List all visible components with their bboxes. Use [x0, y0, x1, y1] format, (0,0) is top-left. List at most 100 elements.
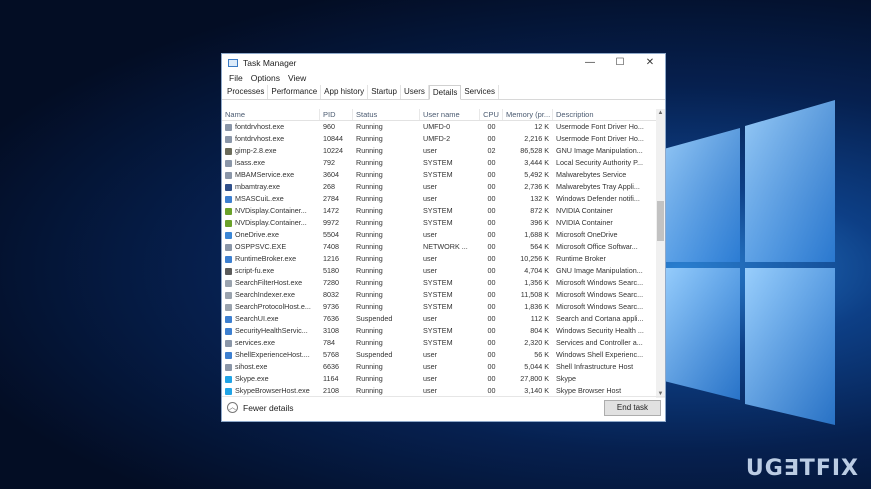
column-description[interactable]: Description — [553, 109, 658, 120]
tab-users[interactable]: Users — [401, 85, 429, 99]
process-name-label: fontdrvhost.exe — [235, 134, 285, 143]
process-user: NETWORK ... — [423, 242, 468, 251]
process-status: Running — [356, 362, 383, 371]
table-row[interactable]: script-fu.exe 5180 Running user 00 4,704 K GNU… — [222, 265, 658, 277]
table-row[interactable]: MSASCuiL.exe 2784 Running user 00 132 K Window… — [222, 193, 658, 205]
table-row[interactable]: fontdrvhost.exe 960 Running UMFD-0 00 12 K Use… — [222, 121, 658, 133]
table-row[interactable]: mbamtray.exe 268 Running user 00 2,736 K Malwa… — [222, 181, 658, 193]
task-manager-window[interactable]: Task Manager — ☐ ✕ File Options View Pro… — [221, 53, 666, 422]
process-cpu: 00 — [487, 242, 496, 251]
table-row[interactable]: SearchProtocolHost.e... 9736 Running SYSTEM… — [222, 301, 658, 313]
process-cpu: 00 — [487, 314, 496, 323]
table-row[interactable]: fontdrvhost.exe 10844 Running UMFD-2 00 2,216… — [222, 133, 658, 145]
menu-options[interactable]: Options — [247, 73, 284, 83]
table-row[interactable]: NVDisplay.Container... 1472 Running SYSTEM 0… — [222, 205, 658, 217]
process-icon — [225, 123, 232, 131]
process-status: Running — [356, 194, 383, 203]
process-memory: 872 K — [530, 206, 549, 215]
end-task-button[interactable]: End task — [604, 400, 661, 416]
tab-details[interactable]: Details — [428, 85, 462, 100]
table-row[interactable]: lsass.exe 792 Running SYSTEM 00 3,444 K Local … — [222, 157, 658, 169]
column-pid[interactable]: PID — [320, 109, 353, 120]
process-pid: 9972 — [323, 218, 339, 227]
process-name-label: Skype.exe — [235, 374, 269, 383]
process-description: Usermode Font Driver Ho... — [556, 122, 644, 131]
process-user: SYSTEM — [423, 158, 453, 167]
process-name-label: OSPPSVC.EXE — [235, 242, 287, 251]
table-row[interactable]: MBAMService.exe 3604 Running SYSTEM 00 5,492 … — [222, 169, 658, 181]
tab-app-history[interactable]: App history — [321, 85, 369, 99]
process-description: GNU Image Manipulation... — [556, 146, 643, 155]
process-pid: 9736 — [323, 302, 339, 311]
process-icon — [225, 267, 232, 275]
scrollbar-thumb[interactable] — [657, 201, 664, 241]
process-name: Skype.exe — [222, 373, 320, 385]
process-pid: 1472 — [323, 206, 339, 215]
table-row[interactable]: SecurityHealthServic... 3108 Running SYSTEM… — [222, 325, 658, 337]
column-cpu[interactable]: CPU — [480, 109, 503, 120]
process-description: Microsoft Office Softwar... — [556, 242, 638, 251]
table-row[interactable]: NVDisplay.Container... 9972 Running SYSTEM 0… — [222, 217, 658, 229]
process-status: Running — [356, 218, 383, 227]
process-icon — [225, 315, 232, 323]
close-button[interactable]: ✕ — [635, 54, 665, 71]
process-description: Local Security Authority P... — [556, 158, 643, 167]
process-status: Running — [356, 374, 383, 383]
process-user: UMFD-0 — [423, 122, 451, 131]
vertical-scrollbar[interactable]: ▲ ▼ — [656, 109, 665, 398]
maximize-button[interactable]: ☐ — [605, 54, 635, 71]
process-name: SearchIndexer.exe — [222, 289, 320, 301]
column-name[interactable]: Name — [222, 109, 320, 120]
process-pid: 792 — [323, 158, 335, 167]
process-memory: 2,320 K — [524, 338, 549, 347]
table-row[interactable]: OSPPSVC.EXE 7408 Running NETWORK ... 00 564 K… — [222, 241, 658, 253]
process-name-label: NVDisplay.Container... — [235, 206, 307, 215]
menu-view[interactable]: View — [284, 73, 310, 83]
process-status: Running — [356, 230, 383, 239]
table-row[interactable]: services.exe 784 Running SYSTEM 00 2,320 K Ser… — [222, 337, 658, 349]
process-user: user — [423, 182, 437, 191]
table-row[interactable]: SearchIndexer.exe 8032 Running SYSTEM 00 11,5… — [222, 289, 658, 301]
column-status[interactable]: Status — [353, 109, 420, 120]
column-user-name[interactable]: User name — [420, 109, 480, 120]
tab-performance[interactable]: Performance — [268, 85, 322, 99]
minimize-button[interactable]: — — [575, 54, 605, 71]
process-description: Shell Infrastructure Host — [556, 362, 634, 371]
tab-processes[interactable]: Processes — [224, 85, 269, 99]
process-name: services.exe — [222, 337, 320, 349]
process-pid: 3108 — [323, 326, 339, 335]
process-memory: 2,216 K — [524, 134, 549, 143]
process-name: MSASCuiL.exe — [222, 193, 320, 205]
process-pid: 8032 — [323, 290, 339, 299]
fewer-details-link[interactable]: ︿ Fewer details — [227, 402, 294, 413]
table-row[interactable]: RuntimeBroker.exe 1216 Running user 00 10,256… — [222, 253, 658, 265]
title-bar[interactable]: Task Manager — ☐ ✕ — [222, 54, 665, 71]
table-row[interactable]: OneDrive.exe 5504 Running user 00 1,688 K Micr… — [222, 229, 658, 241]
table-row[interactable]: sihost.exe 6636 Running user 00 5,044 K Shell … — [222, 361, 658, 373]
process-pid: 268 — [323, 182, 335, 191]
table-row[interactable]: gimp-2.8.exe 10224 Running user 02 86,528 K GN… — [222, 145, 658, 157]
tab-startup[interactable]: Startup — [368, 85, 401, 99]
process-description: NVIDIA Container — [556, 218, 613, 227]
table-row[interactable]: Skype.exe 1164 Running user 00 27,800 K Skype — [222, 373, 658, 385]
tab-services[interactable]: Services — [461, 85, 500, 99]
process-icon — [225, 171, 232, 179]
process-name-label: SecurityHealthServic... — [235, 326, 308, 335]
table-row[interactable]: SearchUI.exe 7636 Suspended user 00 112 K Sear… — [222, 313, 658, 325]
process-cpu: 00 — [487, 230, 496, 239]
process-memory: 1,356 K — [524, 278, 549, 287]
table-row[interactable]: SearchFilterHost.exe 7280 Running SYSTEM 00 1… — [222, 277, 658, 289]
scroll-up-arrow-icon[interactable]: ▲ — [656, 109, 665, 117]
column-memory[interactable]: Memory (pr... — [503, 109, 553, 120]
process-cpu: 00 — [487, 374, 496, 383]
process-name: fontdrvhost.exe — [222, 133, 320, 145]
process-memory: 804 K — [530, 326, 549, 335]
process-name: SearchUI.exe — [222, 313, 320, 325]
menu-file[interactable]: File — [225, 73, 247, 83]
process-status: Running — [356, 146, 383, 155]
table-row[interactable]: ShellExperienceHost.... 5768 Suspended user… — [222, 349, 658, 361]
process-name-label: lsass.exe — [235, 158, 265, 167]
process-cpu: 00 — [487, 254, 496, 263]
menu-bar: File Options View — [222, 71, 665, 85]
process-user: user — [423, 350, 437, 359]
